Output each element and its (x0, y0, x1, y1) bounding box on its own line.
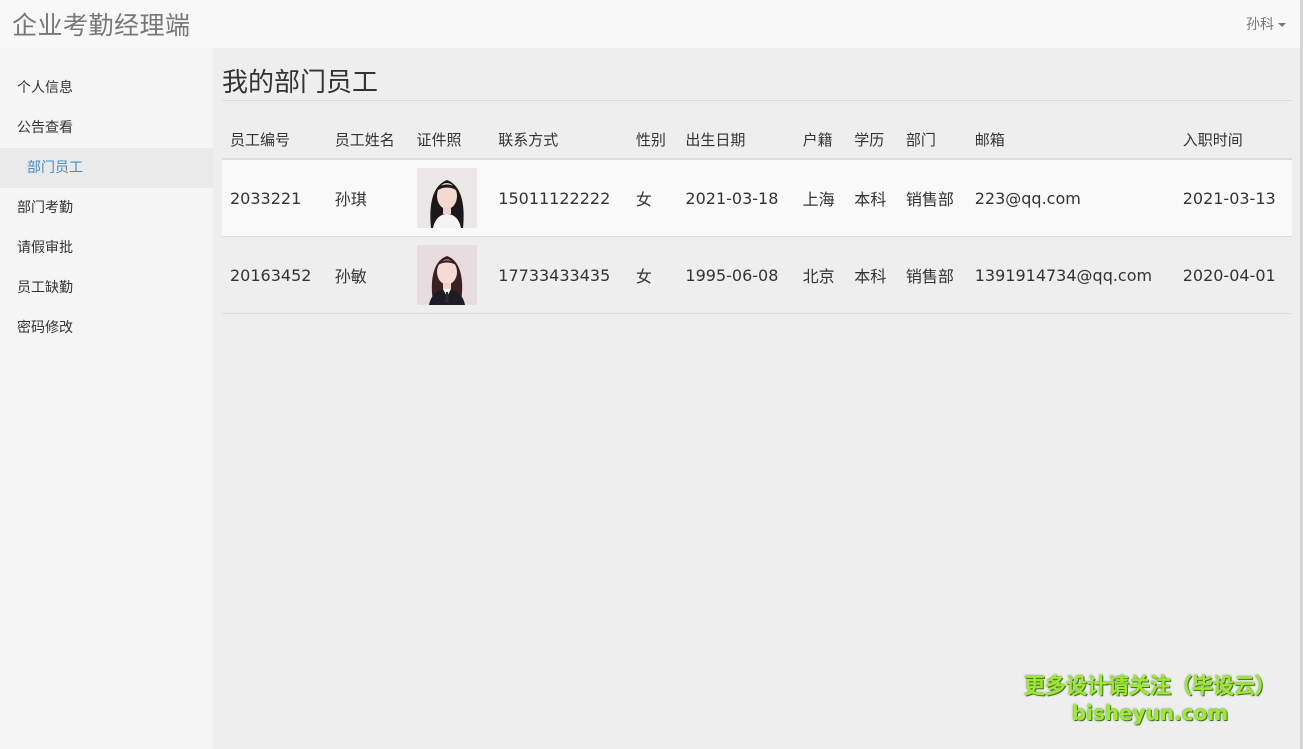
cell-joined: 2021-03-13 (1174, 159, 1292, 237)
caret-down-icon (1278, 23, 1286, 27)
col-header-id: 员工编号 (222, 120, 327, 160)
col-header-education: 学历 (846, 120, 898, 160)
top-navbar: 企业考勤经理端 孙科 (0, 0, 1303, 48)
cell-phone: 15011122222 (490, 159, 628, 237)
table-row: 20163452 孙敏 17733433435 女 1995-06-08 北京 … (222, 236, 1292, 314)
col-header-email: 邮箱 (966, 120, 1175, 160)
col-header-department: 部门 (897, 120, 967, 160)
watermark: 更多设计请关注（毕设云） bisheyun.com (1020, 672, 1280, 726)
col-header-photo: 证件照 (408, 120, 491, 160)
sidebar-item-change-password[interactable]: 密码修改 (0, 308, 213, 348)
cell-id: 20163452 (222, 236, 327, 314)
col-header-name: 员工姓名 (326, 120, 409, 160)
sidebar-item-department-employees[interactable]: 部门员工 (0, 148, 213, 188)
watermark-line1: 更多设计请关注（毕设云） (1024, 674, 1276, 698)
cell-gender: 女 (627, 159, 678, 237)
sidebar-item-department-attendance[interactable]: 部门考勤 (0, 188, 213, 228)
cell-department: 销售部 (897, 236, 967, 314)
cell-hukou: 上海 (794, 159, 847, 237)
title-divider (222, 100, 1292, 101)
id-photo-image (416, 168, 477, 228)
main-content: 我的部门员工 员工编号 员工姓名 证件照 联系方式 性别 出生日期 户籍 学历 … (213, 48, 1300, 749)
table-header-row: 员工编号 员工姓名 证件照 联系方式 性别 出生日期 户籍 学历 部门 邮箱 入… (222, 120, 1292, 160)
col-header-phone: 联系方式 (490, 120, 628, 160)
cell-email: 223@qq.com (966, 159, 1175, 237)
cell-department: 销售部 (897, 159, 967, 237)
cell-joined: 2020-04-01 (1174, 236, 1292, 314)
cell-name: 孙琪 (326, 159, 409, 237)
cell-photo (408, 159, 491, 237)
cell-name: 孙敏 (326, 236, 409, 314)
cell-education: 本科 (846, 159, 898, 237)
user-menu-dropdown[interactable]: 孙科 (1246, 14, 1286, 34)
watermark-line2: bisheyun.com (1071, 701, 1229, 725)
sidebar-item-announcements[interactable]: 公告查看 (0, 108, 213, 148)
sidebar-item-personal-info[interactable]: 个人信息 (0, 68, 213, 108)
col-header-birth: 出生日期 (677, 120, 795, 160)
cell-hukou: 北京 (794, 236, 847, 314)
app-brand[interactable]: 企业考勤经理端 (12, 6, 191, 42)
col-header-gender: 性别 (627, 120, 678, 160)
cell-birth: 2021-03-18 (677, 159, 795, 237)
col-header-hukou: 户籍 (794, 120, 847, 160)
cell-photo (408, 236, 491, 314)
employee-table: 员工编号 员工姓名 证件照 联系方式 性别 出生日期 户籍 学历 部门 邮箱 入… (222, 120, 1292, 314)
user-name: 孙科 (1246, 17, 1274, 33)
page-title: 我的部门员工 (222, 68, 379, 98)
id-photo-image (416, 245, 477, 305)
table-row: 2033221 孙琪 15011122222 女 2021-03-18 上海 本… (222, 159, 1292, 237)
cell-education: 本科 (846, 236, 898, 314)
sidebar: 个人信息 公告查看 部门员工 部门考勤 请假审批 员工缺勤 密码修改 (0, 48, 213, 749)
sidebar-item-employee-absence[interactable]: 员工缺勤 (0, 268, 213, 308)
cell-id: 2033221 (222, 159, 327, 237)
col-header-joined: 入职时间 (1174, 120, 1292, 160)
sidebar-item-leave-approval[interactable]: 请假审批 (0, 228, 213, 268)
cell-birth: 1995-06-08 (677, 236, 795, 314)
cell-email: 1391914734@qq.com (966, 236, 1175, 314)
sidebar-nav: 个人信息 公告查看 部门员工 部门考勤 请假审批 员工缺勤 密码修改 (0, 68, 213, 348)
cell-phone: 17733433435 (490, 236, 628, 314)
cell-gender: 女 (627, 236, 678, 314)
